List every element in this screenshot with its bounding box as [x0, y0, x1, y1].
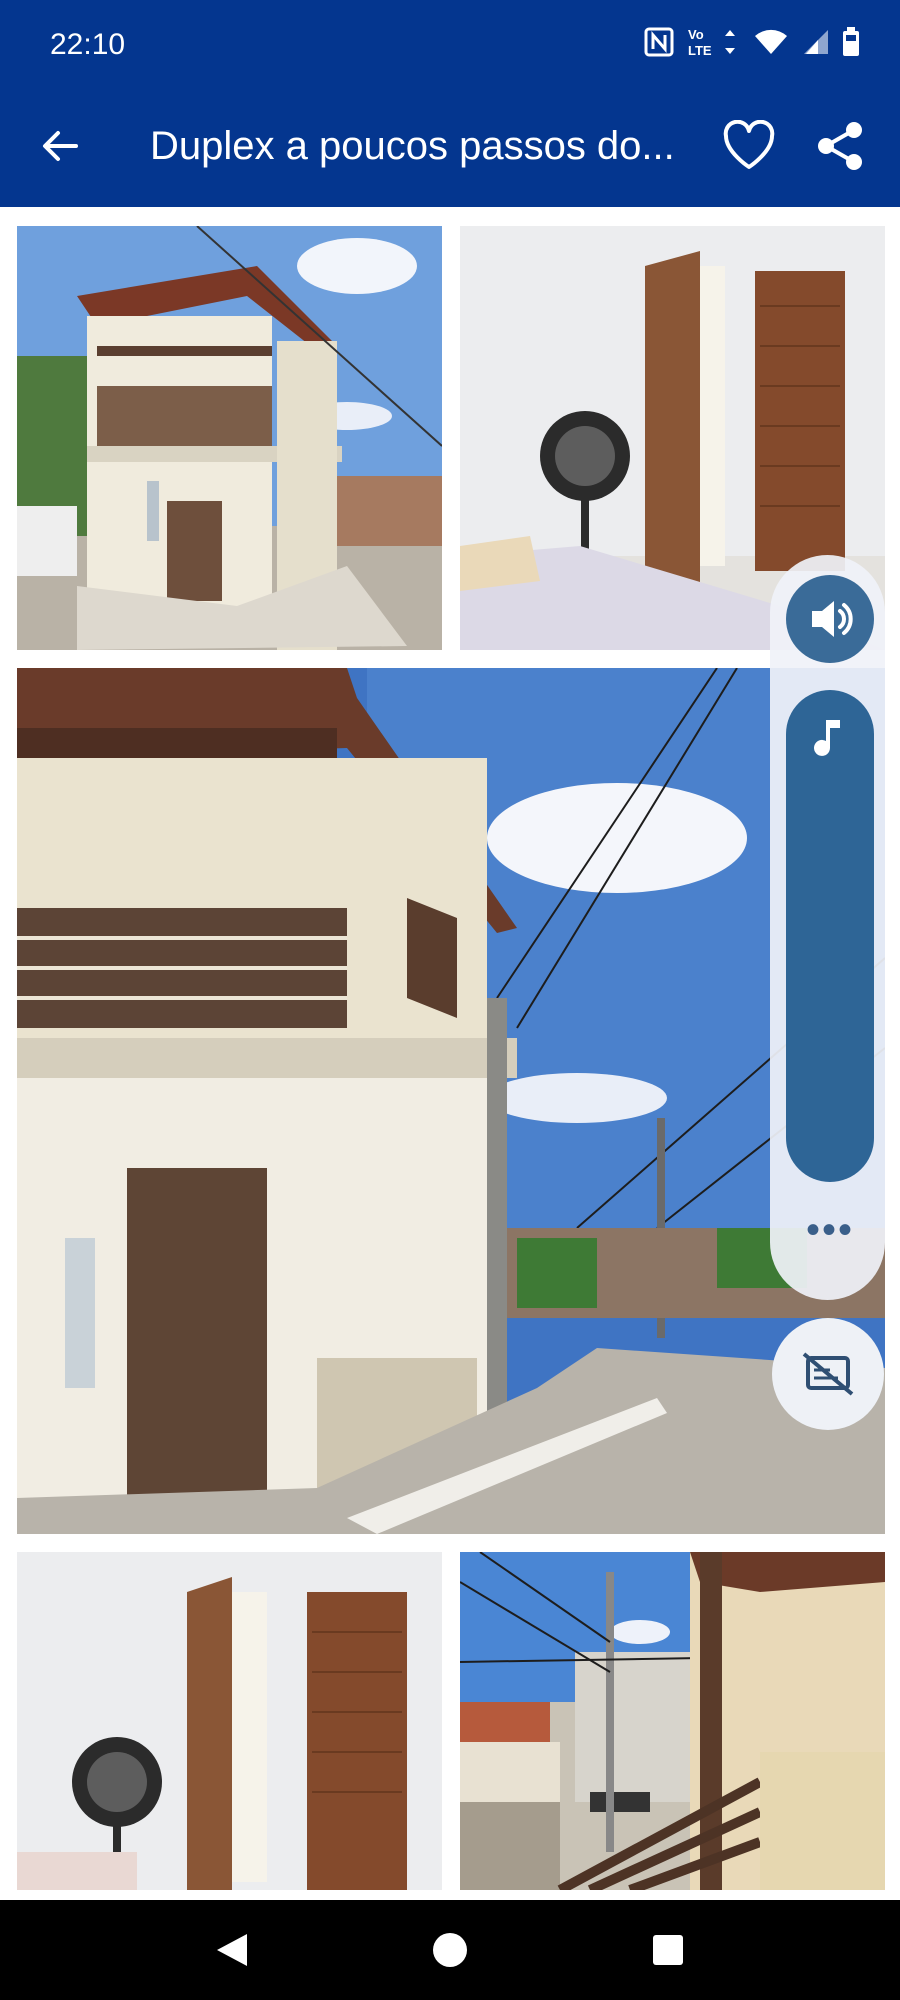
volte-icon: VoLTE [688, 27, 735, 58]
wifi-icon [755, 29, 787, 54]
status-time: 22:10 [50, 28, 126, 61]
app-bar: Duplex a poucos passos do... [0, 92, 900, 207]
photo-balcony-street[interactable] [460, 1552, 885, 1890]
volume-icon[interactable] [786, 575, 874, 663]
nfc-icon [644, 27, 674, 57]
system-nav-bar [0, 1900, 900, 2000]
heart-icon[interactable] [722, 119, 776, 172]
status-icons: Vo LTE [644, 26, 860, 58]
svg-text:Vo: Vo [688, 27, 704, 42]
more-icon[interactable]: ••• [786, 1210, 874, 1260]
captions-off-icon[interactable] [772, 1318, 884, 1430]
status-bar: 22:10 Vo LTE [0, 0, 900, 92]
svg-text:LTE: LTE [688, 43, 712, 58]
music-note-icon [814, 720, 840, 756]
signal-icon [804, 30, 828, 54]
photo-bedroom-doors-2[interactable] [17, 1552, 442, 1890]
share-icon[interactable] [812, 118, 868, 174]
photo-exterior-corner[interactable] [17, 226, 442, 650]
battery-icon [843, 27, 859, 56]
page-title: Duplex a poucos passos do... [150, 124, 675, 168]
music-slider[interactable] [786, 690, 874, 1182]
nav-home-icon[interactable] [432, 1932, 468, 1973]
photo-exterior-large[interactable] [17, 668, 885, 1534]
nav-back-icon[interactable] [215, 1932, 249, 1973]
back-arrow-icon[interactable] [36, 122, 84, 170]
nav-recents-icon[interactable] [652, 1934, 684, 1971]
